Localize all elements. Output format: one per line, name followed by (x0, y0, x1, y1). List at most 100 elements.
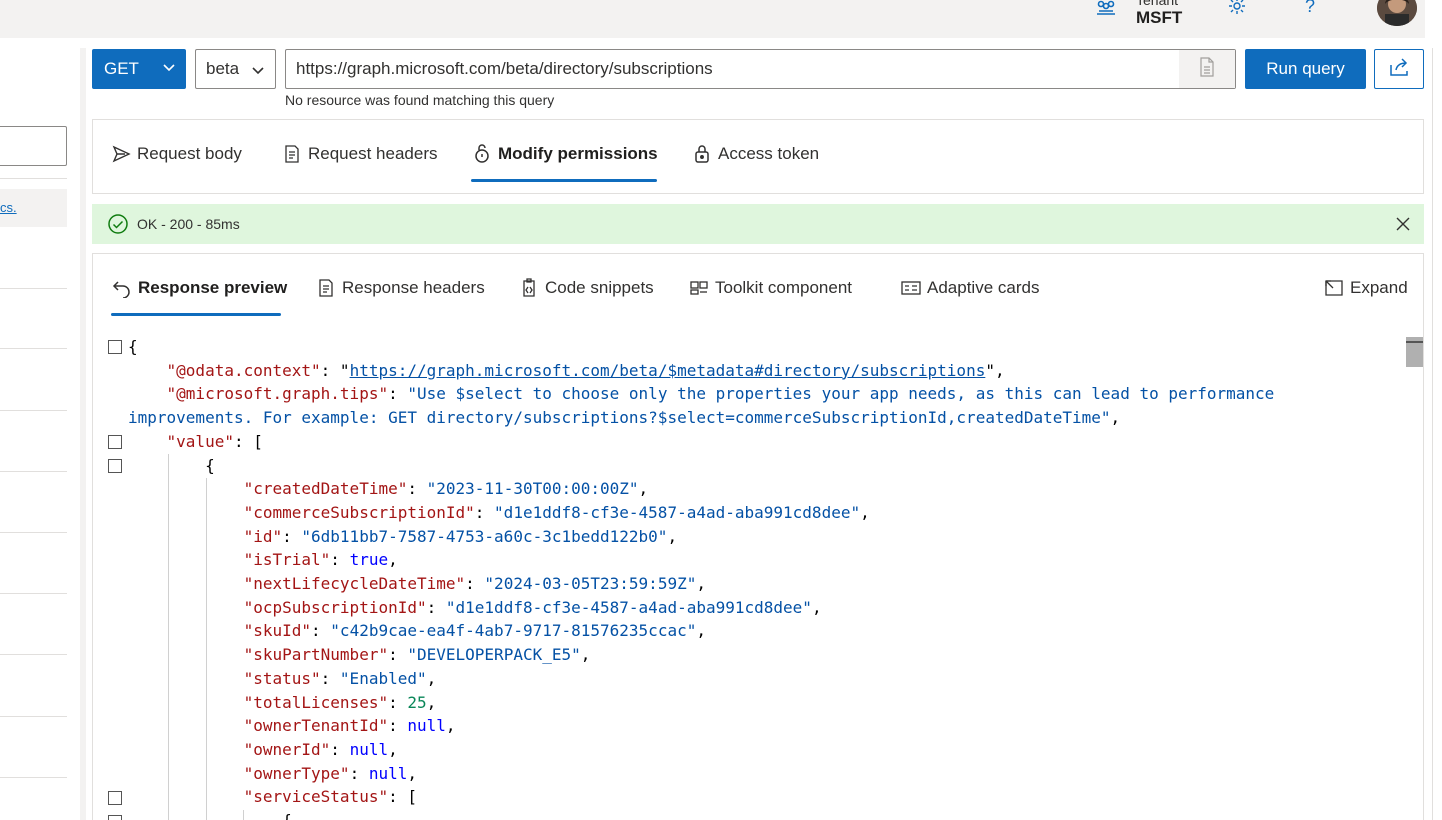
expand-icon (1325, 280, 1343, 296)
gear-icon[interactable] (1227, 0, 1247, 16)
tab-adaptive-cards[interactable]: Adaptive cards (901, 273, 1039, 303)
sidebar-divider (0, 593, 67, 594)
code-line: "ocpSubscriptionId": "d1e1ddf8-cf3e-4587… (243, 597, 822, 617)
json-string: "2023-11-30T00:00:00Z" (426, 479, 639, 499)
fold-toggle[interactable] (108, 435, 122, 449)
tab-label: Request headers (308, 144, 438, 163)
json-key: "serviceStatus" (243, 787, 389, 807)
sidebar-splitter[interactable] (80, 48, 86, 820)
tab-label: Access token (718, 144, 820, 163)
json-key: "value" (166, 431, 234, 451)
version-label: beta (206, 59, 240, 78)
json-key: "@odata.context" (166, 360, 321, 380)
json-key: "status" (243, 668, 321, 688)
status-text: OK - 200 - 85ms (137, 216, 240, 232)
fold-toggle[interactable] (108, 815, 122, 820)
share-icon (1388, 57, 1410, 82)
tenant-icon[interactable] (1095, 0, 1117, 18)
url-doc-button[interactable] (1179, 50, 1235, 88)
fold-toggle[interactable] (108, 340, 122, 354)
http-method-label: GET (104, 59, 139, 78)
code-line: "@microsoft.graph.tips": "Use $select to… (166, 384, 1275, 404)
code-line: "status": "Enabled", (243, 668, 437, 688)
json-key: "ocpSubscriptionId" (243, 597, 427, 617)
code-line: "id": "6db11bb7-7587-4753-a60c-3c1bedd12… (243, 526, 678, 546)
help-icon[interactable]: ? (1305, 0, 1315, 17)
response-json-viewer[interactable]: { "@odata.context": "https://graph.micro… (108, 335, 1404, 820)
scrollbar-thumb[interactable] (1406, 337, 1423, 367)
sidebar-divider (0, 654, 67, 655)
undo-arrow-icon (112, 281, 130, 298)
json-null: null (368, 763, 408, 783)
json-null: null (349, 739, 389, 759)
tab-response-preview[interactable]: Response preview (112, 273, 287, 303)
json-string: "DEVELOPERPACK_E5" (407, 645, 581, 665)
send-icon (112, 145, 131, 163)
code-line: "ownerTenantId": null, (243, 716, 456, 736)
code-line: { (128, 455, 215, 475)
run-query-button[interactable]: Run query (1245, 49, 1366, 89)
tab-label: Response headers (342, 278, 485, 297)
json-key: "@microsoft.graph.tips" (166, 384, 389, 404)
tab-toolkit-component[interactable]: Toolkit component (689, 273, 852, 303)
close-icon[interactable] (1394, 215, 1412, 233)
code-scrollbar[interactable] (1406, 335, 1423, 820)
code-line: "createdDateTime": "2023-11-30T00:00:00Z… (243, 479, 649, 499)
json-string: "6db11bb7-7587-4753-a60c-3c1bedd122b0" (301, 526, 668, 546)
code-line: { (128, 337, 138, 356)
status-bar: OK - 200 - 85ms (92, 204, 1424, 244)
tenant-value[interactable]: MSFT (1136, 8, 1182, 28)
version-dropdown[interactable]: beta (195, 49, 276, 89)
code-line: improvements. For example: GET directory… (128, 408, 1121, 428)
code-line: "skuPartNumber": "DEVELOPERPACK_E5", (243, 645, 591, 665)
card-icon (901, 281, 921, 295)
success-check-icon (107, 213, 129, 235)
http-method-dropdown[interactable]: GET (92, 49, 186, 89)
json-number: 25 (407, 692, 427, 712)
tab-access-token[interactable]: Access token (692, 139, 819, 169)
permissions-lock-icon (475, 144, 489, 163)
code-clipboard-icon (523, 278, 535, 297)
json-string: "Use $select to choose only the properti… (407, 384, 1275, 404)
code-line: "value": [ (166, 431, 263, 451)
json-key: "skuId" (243, 621, 312, 641)
share-button[interactable] (1374, 49, 1424, 89)
sidebar-divider (0, 178, 67, 179)
json-key: "totalLicenses" (243, 692, 389, 712)
query-url-input[interactable]: https://graph.microsoft.com/beta/directo… (285, 49, 1236, 89)
sidebar-search-input[interactable] (0, 126, 67, 166)
code-line: "ownerId": null, (243, 739, 398, 759)
sidebar-divider (0, 532, 67, 533)
tab-request-headers[interactable]: Request headers (282, 139, 437, 169)
headers-doc-icon (285, 145, 299, 163)
query-hint-text: No resource was found matching this quer… (285, 92, 555, 108)
sidebar-divider (0, 471, 67, 472)
json-string: improvements. For example: GET directory… (128, 408, 1111, 428)
code-line: "skuId": "c42b9cae-ea4f-4ab7-9717-815762… (243, 621, 706, 641)
json-key: "commerceSubscriptionId" (243, 502, 475, 522)
json-key: "createdDateTime" (243, 479, 408, 499)
json-string: "d1e1ddf8-cf3e-4587-a4ad-aba991cd8dee" (445, 597, 812, 617)
sidebar-divider (0, 348, 67, 349)
document-icon (1199, 56, 1215, 82)
sidebar-link[interactable]: cs. (0, 200, 17, 215)
tab-modify-permissions[interactable]: Modify permissions (472, 139, 658, 169)
tab-code-snippets[interactable]: Code snippets (519, 273, 654, 303)
tab-request-body[interactable]: Request body (111, 139, 242, 169)
tab-response-headers[interactable]: Response headers (316, 273, 485, 303)
page-scrollbar[interactable] (1432, 48, 1442, 820)
json-key: "ownerTenantId" (243, 716, 389, 736)
tab-label: Code snippets (545, 278, 654, 297)
json-link[interactable]: https://graph.microsoft.com/beta/$metada… (350, 361, 986, 380)
fold-toggle[interactable] (108, 459, 122, 473)
code-line: "ownerType": null, (243, 763, 417, 783)
code-line: "serviceStatus": [ (243, 787, 417, 807)
json-key: "ownerType" (243, 763, 350, 783)
top-bar-edge (1425, 0, 1442, 38)
fold-toggle[interactable] (108, 791, 122, 805)
sidebar-divider (0, 777, 67, 778)
expand-button[interactable]: Expand (1324, 273, 1408, 303)
json-string: "Enabled" (339, 668, 427, 688)
active-tab-indicator (471, 179, 657, 182)
access-token-lock-icon (695, 145, 709, 163)
